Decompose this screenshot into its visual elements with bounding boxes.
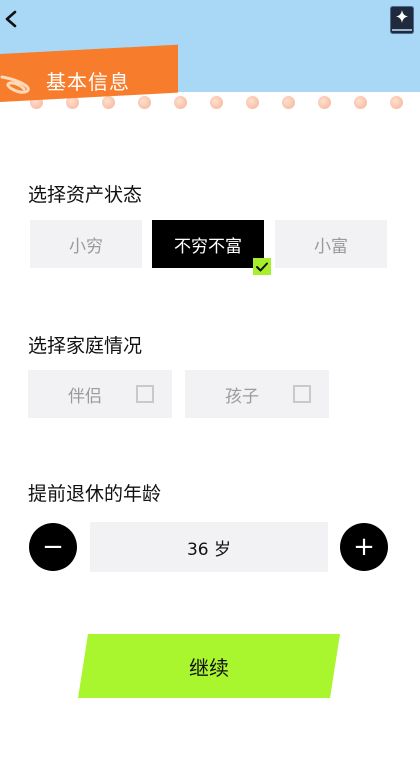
- increase-age-button[interactable]: +: [340, 523, 388, 571]
- child-checkbox[interactable]: [293, 385, 311, 403]
- app-sparkle-button[interactable]: [390, 6, 414, 34]
- age-value: 36 岁: [186, 539, 232, 560]
- asset-option-small-rich[interactable]: 小富: [275, 220, 387, 268]
- retire-section-title: 提前退休的年龄: [28, 483, 162, 505]
- checkmark-icon: [256, 262, 268, 271]
- page-title: 基本信息: [46, 70, 130, 94]
- perforation-dot: [282, 96, 295, 109]
- asset-option-small-poor[interactable]: 小穷: [30, 220, 142, 268]
- decrease-age-button[interactable]: −: [29, 523, 77, 571]
- partner-checkbox[interactable]: [136, 385, 154, 403]
- back-button[interactable]: [0, 6, 22, 32]
- sparkle-icon: [396, 10, 408, 23]
- perforation-dot: [210, 96, 223, 109]
- perforation-dot: [174, 96, 187, 109]
- perforation-dot: [102, 96, 115, 109]
- paperclip-icon: [0, 75, 30, 94]
- family-option-label: 孩子: [225, 386, 259, 407]
- plus-icon: +: [353, 532, 375, 562]
- continue-button[interactable]: 继续: [78, 634, 340, 698]
- perforation-dot: [138, 96, 151, 109]
- asset-option-label: 小穷: [69, 236, 103, 257]
- asset-option-label: 小富: [314, 236, 348, 257]
- minus-icon: −: [42, 532, 64, 562]
- selected-check-badge: [253, 258, 271, 275]
- perforation-dot: [390, 96, 403, 109]
- asset-option-middle[interactable]: 不穷不富: [152, 220, 271, 275]
- continue-label: 继续: [189, 655, 229, 680]
- asset-option-label: 不穷不富: [174, 236, 242, 257]
- family-option-label: 伴侣: [68, 386, 102, 407]
- family-option-child[interactable]: 孩子: [185, 370, 329, 418]
- family-option-partner[interactable]: 伴侣: [28, 370, 172, 418]
- perforation-dot: [354, 96, 367, 109]
- family-section-title: 选择家庭情况: [28, 335, 143, 357]
- age-display: 36 岁: [90, 522, 328, 572]
- asset-section-title: 选择资产状态: [28, 184, 143, 206]
- perforation-dot: [246, 96, 259, 109]
- perforation-dot: [318, 96, 331, 109]
- chevron-left-icon: [5, 10, 17, 28]
